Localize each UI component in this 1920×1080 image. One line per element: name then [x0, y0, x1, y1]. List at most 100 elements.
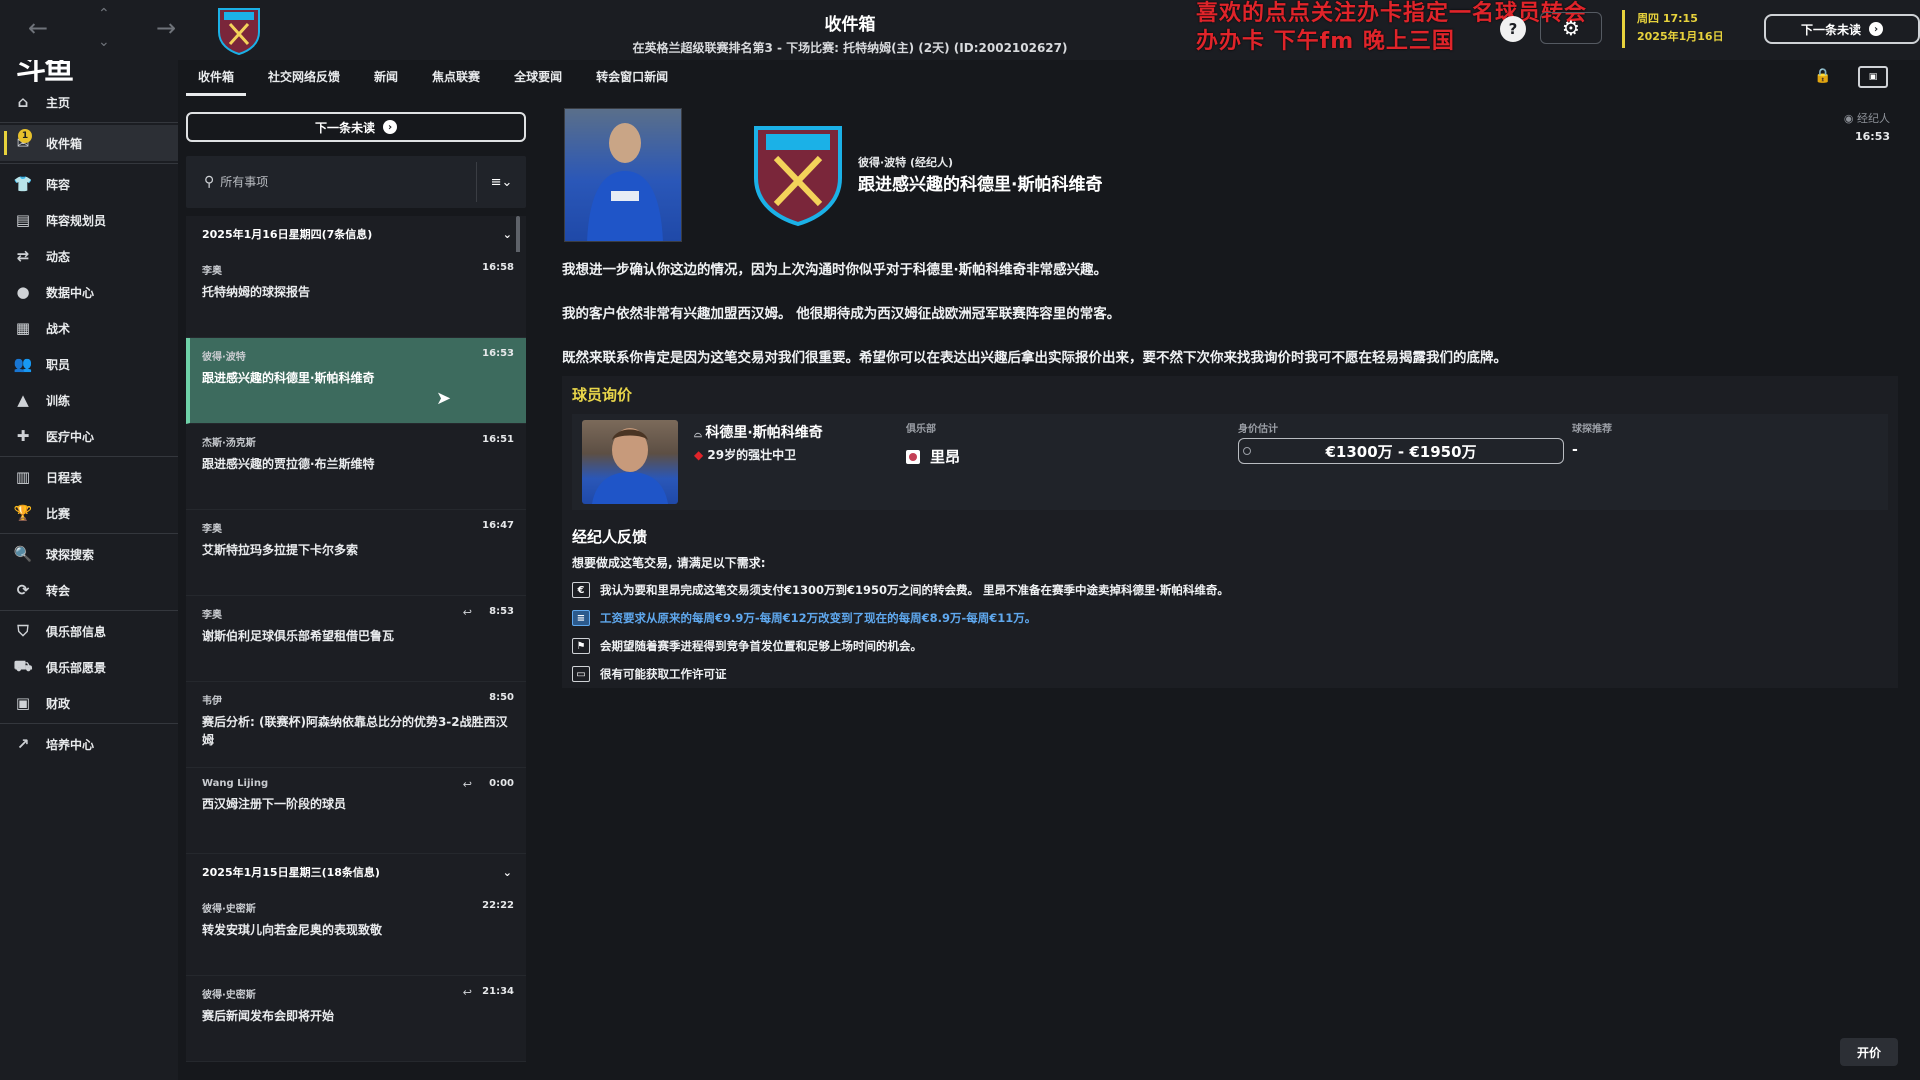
- make-offer-button[interactable]: 开价: [1840, 1038, 1898, 1066]
- lock-icon[interactable]: 🔒: [1814, 68, 1831, 84]
- sidebar-item-label: 培养中心: [46, 737, 95, 752]
- requirement-item: € 我认为要和里昂完成这笔交易须支付€1300万到€1950万之间的转会费。 里昂…: [572, 582, 1229, 598]
- club-crest-icon[interactable]: [216, 6, 262, 56]
- filter-dropdown[interactable]: ≡⌄: [476, 162, 526, 202]
- forward-arrow-icon[interactable]: →: [156, 14, 176, 42]
- unread-badge: 1: [18, 129, 32, 143]
- search-bar: ⚲ ≡⌄: [186, 156, 526, 208]
- sidebar-item-development[interactable]: ↗ 培养中心: [0, 726, 178, 762]
- player-name[interactable]: ⌓ 科德里·斯帕科维奇: [694, 422, 823, 442]
- message-item[interactable]: 李奥 16:47 艾斯特拉玛多拉提下卡尔多索: [186, 510, 526, 596]
- sidebar-item-label: 阵容: [46, 177, 71, 192]
- work-permit-icon: ▭: [572, 666, 590, 682]
- sidebar-item-competitions[interactable]: 🏆 比赛: [0, 495, 178, 531]
- sidebar-item-schedule[interactable]: ▥ 日程表: [0, 459, 178, 495]
- top-bar: ← ⌃ ⌄ → 收件箱 在英格兰超级联赛排名第3 - 下场比赛: 托特纳姆(主)…: [0, 0, 1920, 60]
- message-item[interactable]: Wang Lijing ↩ 0:00 西汉姆注册下一阶段的球员: [186, 768, 526, 854]
- message-subject: 赛后分析: (联赛杯)阿森纳依靠总比分的优势3-2战胜西汉姆: [202, 715, 508, 747]
- sidebar-item-inbox[interactable]: ✉ 1 收件箱: [0, 125, 178, 161]
- flag-icon: ◆: [694, 448, 708, 462]
- requirement-item[interactable]: ≡ 工资要求从原来的每周€9.9万-每周€12万改变到了现在的每周€8.9万-每周…: [572, 610, 1036, 626]
- tab-inbox[interactable]: 收件箱: [186, 62, 247, 96]
- transfer-fee-icon: €: [572, 582, 590, 598]
- sidebar-item-club-info[interactable]: ⛉ 俱乐部信息: [0, 613, 178, 649]
- sidebar-item-staff[interactable]: 👥 职员: [0, 346, 178, 382]
- tab-global-news[interactable]: 全球要闻: [502, 62, 574, 96]
- sidebar-item-label: 俱乐部信息: [46, 624, 107, 639]
- message-list: 2025年1月16日星期四(7条信息) ⌄ 李奥 16:58 托特纳姆的球探报告…: [186, 216, 526, 1062]
- player-face[interactable]: [582, 420, 678, 504]
- date-weekday-time: 周四 17:15: [1637, 12, 1698, 25]
- player-photo[interactable]: [564, 108, 682, 242]
- day-group-header[interactable]: 2025年1月15日星期三(18条信息) ⌄: [186, 854, 526, 890]
- chevron-down-icon[interactable]: ⌄: [98, 34, 110, 50]
- agent-tag: ◉ 经纪人 16:53: [1844, 110, 1890, 146]
- screen-mode-icon[interactable]: ▣: [1858, 66, 1888, 88]
- tab-focus-leagues[interactable]: 焦点联赛: [420, 62, 492, 96]
- sidebar-item-transfers[interactable]: ⟳ 转会: [0, 572, 178, 608]
- card-title: 球员询价: [572, 386, 633, 404]
- message-paragraph: 我的客户依然非常有兴趣加盟西汉姆。 他很期待成为西汉姆征战欧洲冠军联赛阵容里的常…: [562, 306, 1121, 322]
- sidebar-item-data-hub[interactable]: ● 数据中心: [0, 274, 178, 310]
- message-item[interactable]: 杰斯·汤克斯 16:51 跟进感兴趣的贾拉德·布兰斯维特: [186, 424, 526, 510]
- message-sender: 彼得·波特: [202, 352, 246, 363]
- message-sender: 李奥: [202, 266, 222, 277]
- value-range: €1300万 - €1950万: [1325, 442, 1477, 461]
- button-label: 下一条未读: [314, 120, 375, 135]
- tab-transfer-window-news[interactable]: 转会窗口新闻: [584, 62, 680, 96]
- sidebar-item-scouting[interactable]: 🔍 球探搜索: [0, 536, 178, 572]
- message-item[interactable]: 李奥 ↩ 8:53 谢斯伯利足球俱乐部希望租借巴鲁瓦: [186, 596, 526, 682]
- message-item[interactable]: 韦伊 8:50 赛后分析: (联赛杯)阿森纳依靠总比分的优势3-2战胜西汉姆: [186, 682, 526, 768]
- message-subject: 赛后新闻发布会即将开始: [202, 1009, 335, 1023]
- message-subject: 艾斯特拉玛多拉提下卡尔多索: [202, 543, 359, 557]
- chevron-up-icon[interactable]: ⌃: [98, 6, 110, 22]
- west-ham-crest-icon[interactable]: [752, 124, 844, 228]
- reply-icon: ↩: [462, 986, 472, 999]
- sidebar-item-tactics[interactable]: ▦ 战术: [0, 310, 178, 346]
- player-description-text: 29岁的强壮中卫: [707, 448, 797, 462]
- search-input[interactable]: [220, 175, 461, 189]
- help-icon[interactable]: ?: [1500, 16, 1526, 42]
- club-value[interactable]: 里昂: [906, 446, 960, 467]
- message-paragraph: 既然来联系你肯定是因为这笔交易对我们很重要。希望你可以在表达出兴趣后拿出实际报价…: [562, 350, 1507, 366]
- divider: [0, 163, 178, 164]
- value-column-label: 身价估计: [1238, 424, 1278, 435]
- sidebar-item-squad[interactable]: 👕 阵容: [0, 166, 178, 202]
- trophy-icon: 🏆: [13, 504, 33, 522]
- planner-icon: ▤: [15, 211, 31, 229]
- message-time: 16:51: [482, 434, 514, 445]
- continue-next-unread-button[interactable]: 下一条未读 ›: [1764, 14, 1920, 44]
- settings-button[interactable]: ⚙: [1540, 12, 1602, 44]
- sidebar-item-dynamics[interactable]: ⇄ 动态: [0, 238, 178, 274]
- back-arrow-icon[interactable]: ←: [28, 14, 48, 42]
- day-group-header[interactable]: 2025年1月16日星期四(7条信息) ⌄: [186, 216, 526, 252]
- message-sender[interactable]: 彼得·波特 (经纪人): [858, 154, 953, 170]
- home-icon: ⌂: [17, 93, 29, 111]
- date-full: 2025年1月16日: [1637, 30, 1724, 43]
- sidebar-item-finances[interactable]: ▣ 财政: [0, 685, 178, 721]
- message-item[interactable]: 彼得·史密斯 22:22 转发安琪儿向若金尼奥的表现致敬: [186, 890, 526, 976]
- message-item[interactable]: 李奥 16:58 托特纳姆的球探报告: [186, 252, 526, 338]
- sidebar-item-training[interactable]: ▲ 训练: [0, 382, 178, 418]
- player-face-icon: [592, 428, 668, 504]
- sidebar-item-squad-planner[interactable]: ▤ 阵容规划员: [0, 202, 178, 238]
- sidebar-item-club-vision[interactable]: ⛟ 俱乐部愿景: [0, 649, 178, 685]
- sidebar-item-medical[interactable]: ✚ 医疗中心: [0, 418, 178, 454]
- message-time: 16:53: [1854, 130, 1890, 143]
- message-item-selected[interactable]: 彼得·波特 16:53 跟进感兴趣的科德里·斯帕科维奇 ➤: [186, 338, 526, 424]
- tab-news[interactable]: 新闻: [362, 62, 410, 96]
- player-enquiry-row: ⌓ 科德里·斯帕科维奇 ◆ 29岁的强壮中卫 俱乐部 里昂 身价估计 €1300…: [572, 414, 1888, 510]
- filter-icon: ≡⌄: [490, 174, 513, 190]
- reply-icon: ↩: [462, 778, 472, 791]
- day-group-label: 2025年1月16日星期四(7条信息): [202, 228, 373, 241]
- page-header: 收件箱 在英格兰超级联赛排名第3 - 下场比赛: 托特纳姆(主) (2天) (I…: [550, 10, 1150, 56]
- game-date[interactable]: 周四 17:15 2025年1月16日: [1622, 10, 1724, 48]
- scout-column-label: 球探推荐: [1572, 424, 1612, 435]
- agent-feedback-title: 经纪人反馈: [572, 528, 648, 546]
- next-unread-button[interactable]: 下一条未读 ›: [186, 112, 526, 142]
- sidebar-item-home[interactable]: ⌂ 主页: [0, 84, 178, 120]
- tab-social-feedback[interactable]: 社交网络反馈: [256, 62, 352, 96]
- message-item[interactable]: 彼得·史密斯 ↩ 21:34 赛后新闻发布会即将开始: [186, 976, 526, 1062]
- sidebar-item-label: 财政: [46, 696, 71, 711]
- requirement-text: 我认为要和里昂完成这笔交易须支付€1300万到€1950万之间的转会费。 里昂不…: [600, 583, 1229, 597]
